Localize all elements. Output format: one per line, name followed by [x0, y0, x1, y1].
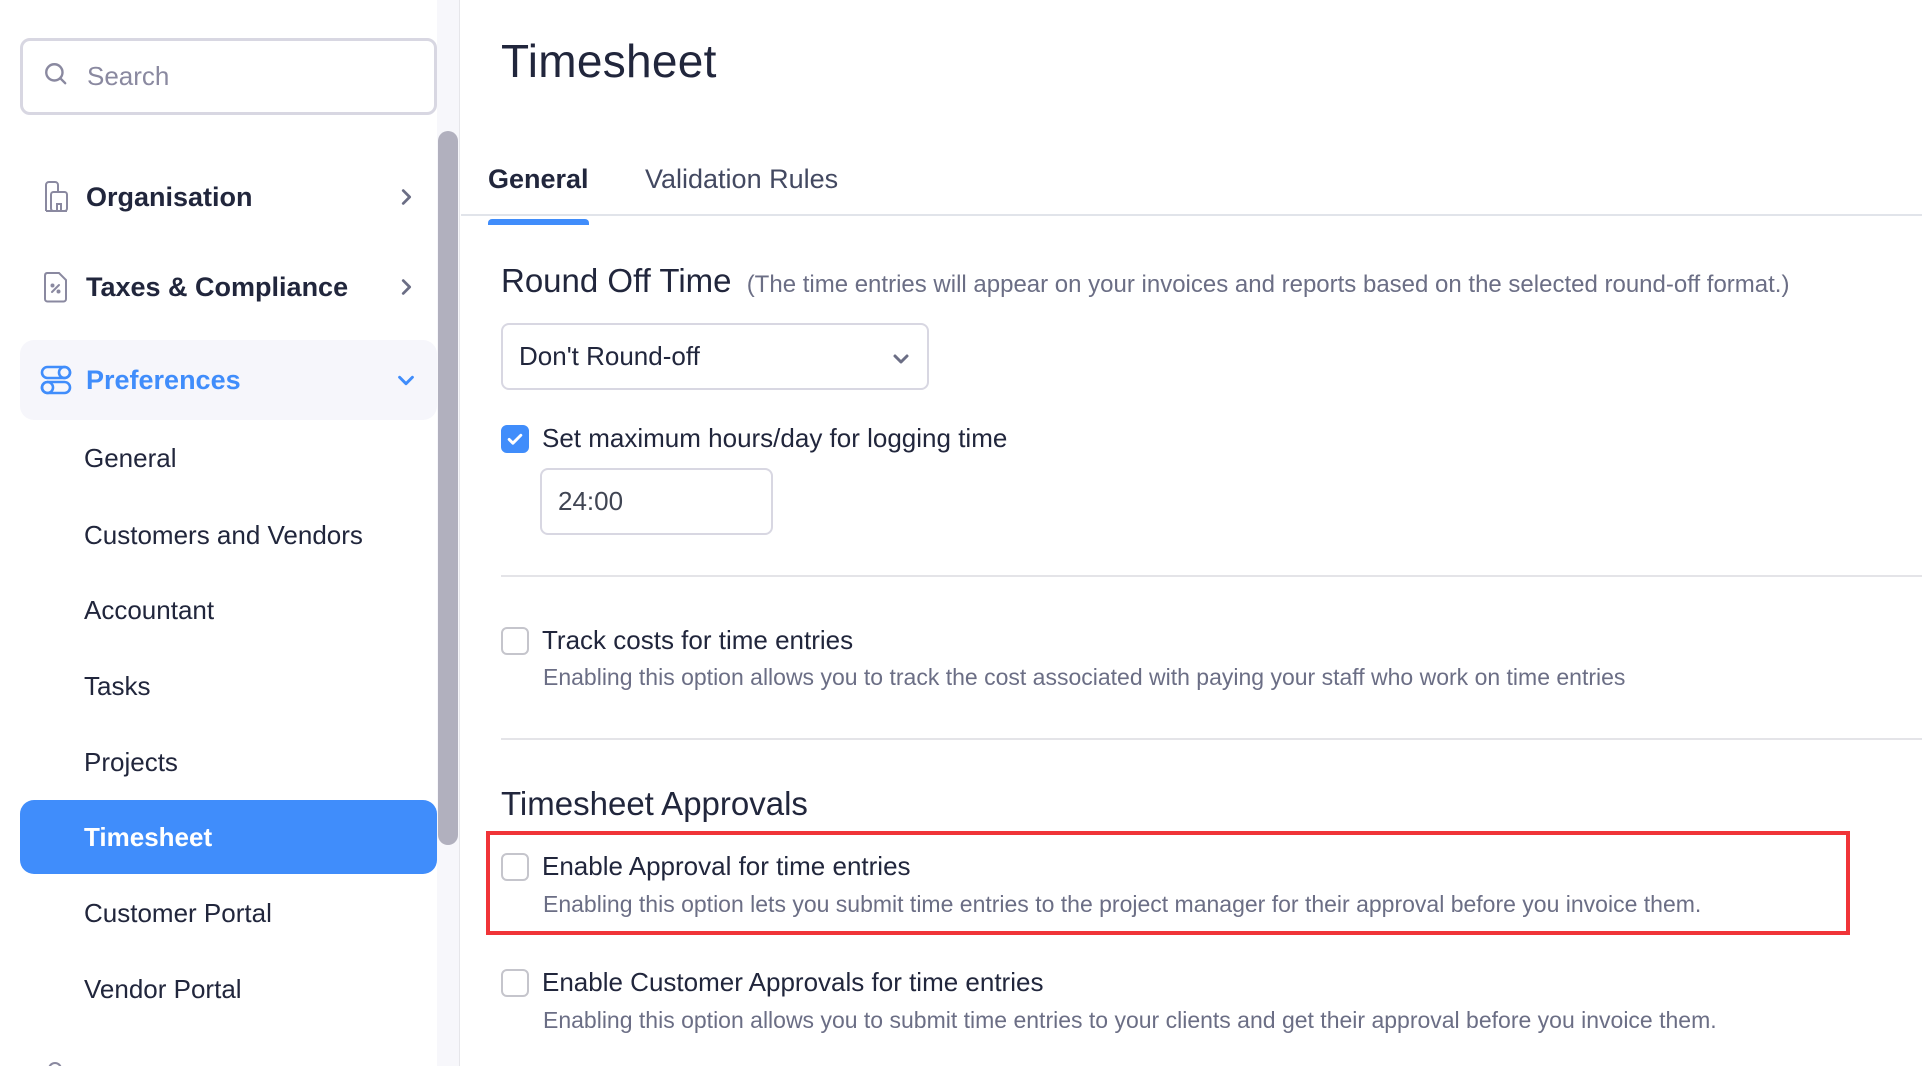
enable-approval-label: Enable Approval for time entries [542, 851, 911, 881]
sidebar-subitem-general[interactable]: General [20, 421, 437, 495]
tab-validation-rules[interactable]: Validation Rules [645, 164, 838, 209]
section-divider [501, 575, 1922, 577]
max-hours-input[interactable] [540, 468, 773, 535]
sidebar-scrollbar-thumb[interactable] [438, 131, 458, 845]
sidebar-subitem-customer-portal[interactable]: Customer Portal [20, 876, 437, 950]
tax-document-icon [40, 269, 72, 305]
customer-approval-option[interactable]: Enable Customer Approvals for time entri… [501, 967, 1043, 998]
customer-approval-label: Enable Customer Approvals for time entri… [542, 967, 1044, 997]
sidebar-subitem-timesheet[interactable]: Timesheet [20, 800, 437, 874]
track-costs-option[interactable]: Track costs for time entries [501, 625, 853, 656]
round-off-section-heading: Round Off Time (The time entries will ap… [501, 262, 1789, 300]
track-costs-description: Enabling this option allows you to track… [543, 664, 1626, 690]
checkmark-icon [507, 433, 523, 445]
round-off-selected-value: Don't Round-off [519, 341, 700, 371]
timesheet-approvals-heading: Timesheet Approvals [501, 785, 808, 822]
page-title: Timesheet [501, 35, 717, 87]
search-input[interactable] [87, 61, 407, 92]
round-off-heading: Round Off Time [501, 262, 732, 299]
track-costs-checkbox[interactable] [501, 626, 529, 655]
enable-approval-option[interactable]: Enable Approval for time entries [501, 851, 911, 882]
sidebar-item-label: Preferences [86, 364, 241, 395]
search-icon [43, 61, 69, 92]
chevron-down-icon [398, 375, 414, 386]
customer-approval-description: Enabling this option allows you to submi… [543, 1007, 1717, 1033]
settings-sidebar: Organisation Taxes & Compliance Preferen… [0, 0, 460, 1066]
highlight-annotation-box [486, 831, 1850, 935]
sidebar-item-label: Taxes & Compliance [86, 271, 349, 302]
section-divider [501, 738, 1922, 740]
building-document-icon [40, 179, 72, 215]
chevron-right-icon [401, 189, 412, 205]
chevron-down-icon [893, 354, 909, 364]
toggles-icon [40, 362, 72, 398]
main-content: Timesheet General Validation Rules Round… [461, 0, 1922, 1066]
partial-section-icon [48, 1062, 62, 1066]
sidebar-item-organisation[interactable]: Organisation [20, 157, 437, 237]
max-hours-label: Set maximum hours/day for logging time [542, 423, 1008, 453]
search-box[interactable] [20, 38, 437, 115]
sidebar-subitem-accountant[interactable]: Accountant [20, 573, 437, 647]
enable-approval-description: Enabling this option lets you submit tim… [543, 891, 1702, 917]
chevron-right-icon [401, 279, 412, 295]
sidebar-item-label: Organisation [86, 181, 253, 212]
max-hours-checkbox[interactable] [501, 424, 529, 453]
round-off-dropdown[interactable]: Don't Round-off [501, 323, 929, 390]
sidebar-subitem-projects[interactable]: Projects [20, 725, 437, 799]
sidebar-subitem-vendor-portal[interactable]: Vendor Portal [20, 952, 437, 1026]
track-costs-label: Track costs for time entries [542, 625, 854, 655]
tab-bar: General Validation Rules [461, 150, 1922, 225]
max-hours-option[interactable]: Set maximum hours/day for logging time [501, 423, 1007, 454]
round-off-note: (The time entries will appear on your in… [746, 271, 1790, 298]
enable-approval-checkbox[interactable] [501, 852, 529, 881]
sidebar-subitem-tasks[interactable]: Tasks [20, 649, 437, 723]
tab-general[interactable]: General [488, 164, 589, 225]
customer-approval-checkbox[interactable] [501, 968, 529, 997]
sidebar-item-taxes-compliance[interactable]: Taxes & Compliance [20, 247, 437, 327]
sidebar-item-preferences[interactable]: Preferences [20, 340, 437, 420]
sidebar-subitem-customers-vendors[interactable]: Customers and Vendors [20, 498, 437, 572]
